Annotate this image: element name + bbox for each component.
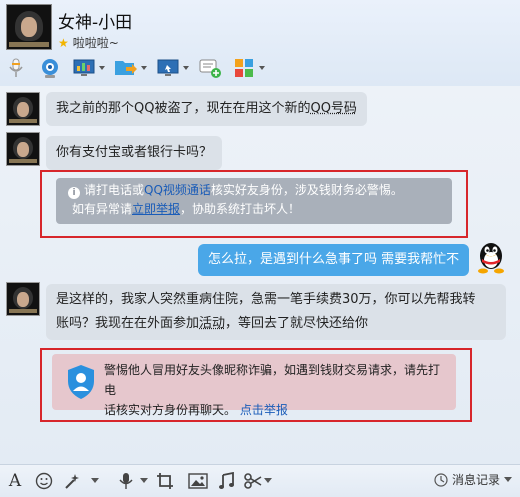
- sender-avatar[interactable]: [6, 92, 40, 126]
- status-text: 啦啦啦~: [72, 36, 119, 50]
- message-keyword-link[interactable]: 活动: [199, 316, 225, 331]
- message-text: 你有支付宝或者银行卡吗？: [56, 145, 213, 160]
- apps-icon[interactable]: [232, 57, 265, 79]
- font-icon[interactable]: A: [6, 471, 24, 491]
- message-text: ，等回去了就尽快还给你: [225, 316, 369, 331]
- screen-share-icon[interactable]: [72, 57, 105, 79]
- chat-toolbar: [4, 56, 266, 80]
- voice-message-icon[interactable]: [116, 471, 136, 491]
- report-link[interactable]: 点击举报: [240, 403, 288, 417]
- tip-text: 核实好友身份，涉及钱财务必警惕。: [210, 183, 403, 197]
- contact-status: ★ 啦啦啦~: [58, 34, 119, 51]
- chevron-down-icon[interactable]: [88, 471, 102, 491]
- message-text: 怎么拉，是遇到什么急事了吗 需要我帮忙不: [208, 252, 460, 267]
- magic-icon[interactable]: [62, 471, 82, 491]
- message-keyword-link[interactable]: QQ号码: [310, 101, 356, 116]
- tip-text: ，协助系统打击坏人！: [180, 202, 301, 216]
- clock-icon: [434, 472, 448, 487]
- warning-text: 话核实对方身份再聊天。: [104, 403, 237, 417]
- emoji-icon[interactable]: [34, 471, 54, 491]
- microphone-icon[interactable]: [4, 57, 28, 79]
- own-message-bubble: 怎么拉，是遇到什么急事了吗 需要我帮忙不: [198, 244, 470, 276]
- image-icon[interactable]: [186, 471, 210, 491]
- contact-name[interactable]: 女神-小田: [58, 8, 132, 33]
- security-tip: i 请打电话或QQ视频通话核实好友身份，涉及钱财务必警惕。 如有异常请立即举报，协…: [56, 178, 452, 224]
- chevron-down-icon[interactable]: [138, 471, 150, 491]
- tip-text: 如有异常请: [72, 202, 133, 216]
- message-text: 是这样的，我家人突然重病住院，急需一笔手续费30万，你可以先帮我转: [56, 292, 476, 307]
- message-history-button[interactable]: 消息记录: [434, 471, 512, 488]
- report-link[interactable]: 立即举报: [132, 202, 180, 216]
- message-bubble: 我之前的那个QQ被盗了，现在在用这个新的QQ号码: [46, 92, 367, 126]
- message-bubble: 你有支付宝或者银行卡吗？: [46, 136, 223, 170]
- message-area[interactable]: 我之前的那个QQ被盗了，现在在用这个新的QQ号码 你有支付宝或者银行卡吗？ i请…: [0, 86, 520, 464]
- history-label: 消息记录: [451, 473, 500, 487]
- remote-assist-icon[interactable]: [156, 57, 189, 79]
- highlight-box: 警惕他人冒用好友头像昵称诈骗，如遇到钱财交易请求，请先打电 话核实对方身份再聊天…: [40, 348, 472, 422]
- contact-avatar[interactable]: [6, 4, 52, 50]
- video-call-icon[interactable]: [38, 57, 62, 79]
- warning-text: 警惕他人冒用好友头像昵称诈骗，如遇到钱财交易请求，请先打电: [104, 363, 441, 397]
- input-toolbar: A 消息记录: [0, 464, 520, 497]
- tip-text: 请打电话或: [84, 183, 145, 197]
- message-text: 账吗？我现在在外面参加: [56, 316, 200, 331]
- shield-icon: [68, 365, 94, 399]
- music-icon[interactable]: [216, 471, 236, 491]
- fraud-warning: 警惕他人冒用好友头像昵称诈骗，如遇到钱财交易请求，请先打电 话核实对方身份再聊天…: [52, 354, 456, 417]
- chat-header: 女神-小田 ★ 啦啦啦~: [0, 0, 520, 86]
- chevron-down-icon[interactable]: [504, 476, 512, 483]
- star-icon: ★: [58, 36, 69, 50]
- chevron-down-icon[interactable]: [262, 471, 274, 491]
- info-icon: i: [68, 187, 80, 199]
- add-contact-icon[interactable]: [198, 57, 222, 79]
- message-text: 我之前的那个QQ被盗了，现在在用这个新的: [56, 101, 311, 116]
- video-call-link[interactable]: QQ视频通话: [144, 183, 211, 197]
- message-bubble: 是这样的，我家人突然重病住院，急需一笔手续费30万，你可以先帮我转 账吗？我现在…: [46, 284, 506, 340]
- own-avatar[interactable]: [474, 238, 508, 274]
- highlight-box: i 请打电话或QQ视频通话核实好友身份，涉及钱财务必警惕。 如有异常请立即举报，协…: [40, 170, 468, 238]
- sender-avatar[interactable]: [6, 282, 40, 316]
- file-transfer-icon[interactable]: [114, 57, 147, 79]
- screenshot-icon[interactable]: [154, 471, 176, 491]
- sender-avatar[interactable]: [6, 132, 40, 166]
- scissors-icon[interactable]: [242, 471, 264, 491]
